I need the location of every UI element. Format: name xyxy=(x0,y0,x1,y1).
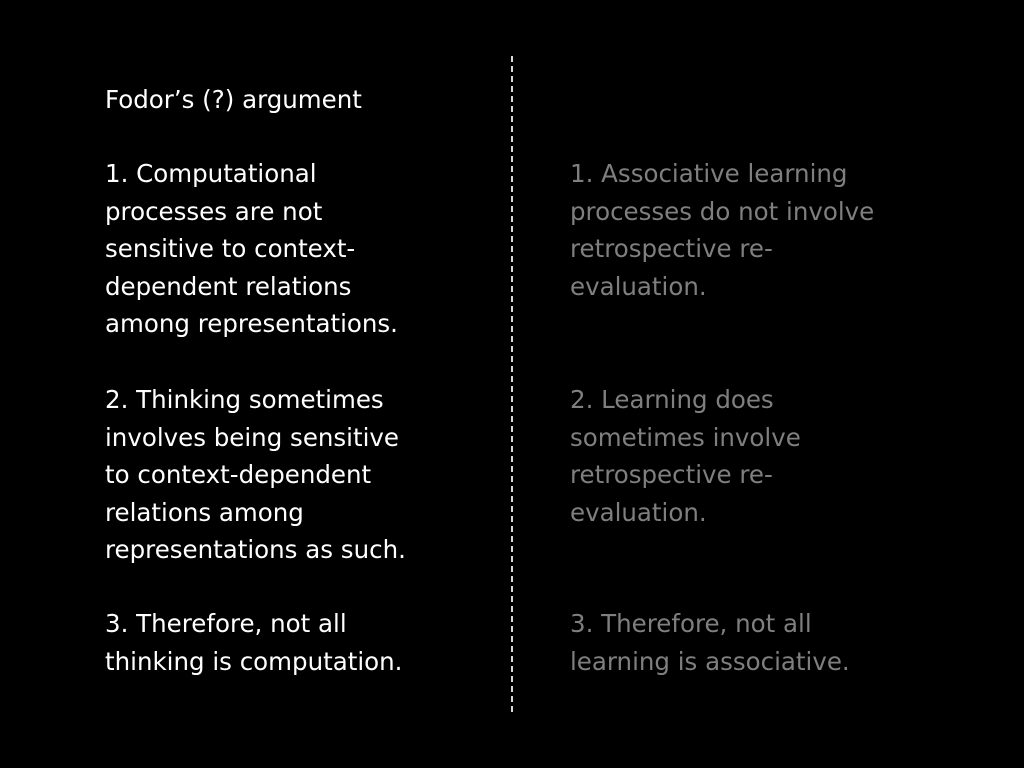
left-point-1-line: dependent relations xyxy=(105,271,352,301)
left-point-1-line: processes are not xyxy=(105,196,323,226)
left-point-3: 3. Therefore, not all thinking is comput… xyxy=(105,605,402,680)
right-point-1-line: retrospective re- xyxy=(570,234,773,263)
slide: Fodor’s (?) argument 1. Computational pr… xyxy=(0,0,1024,768)
left-point-2-line: to context-dependent xyxy=(105,460,372,489)
left-point-1-line: sensitive to context- xyxy=(105,234,356,263)
right-point-2-line: evaluation. xyxy=(570,497,707,527)
left-point-2-line: relations among xyxy=(105,497,304,527)
right-point-2-line: 2. Learning does xyxy=(570,385,774,414)
left-point-2-line: 2. Thinking sometimes xyxy=(105,385,384,414)
left-point-1-line: among representations. xyxy=(105,309,398,338)
right-point-1-line: processes do not involve xyxy=(570,196,875,226)
slide-title: Fodor’s (?) argument xyxy=(105,85,362,114)
right-point-3-line: learning is associative. xyxy=(570,646,850,676)
left-point-1-line: 1. Computational xyxy=(105,159,317,188)
right-point-1-line: evaluation. xyxy=(570,271,707,301)
left-point-2: 2. Thinking sometimes involves being sen… xyxy=(105,381,406,569)
right-point-3: 3. Therefore, not all learning is associ… xyxy=(570,605,850,680)
left-point-3-line: thinking is computation. xyxy=(105,646,403,676)
right-point-3-line: 3. Therefore, not all xyxy=(570,609,812,638)
left-point-2-line: representations as such. xyxy=(105,535,406,564)
right-point-2-line: retrospective re- xyxy=(570,460,773,489)
right-point-1: 1. Associative learning processes do not… xyxy=(570,155,874,305)
right-point-1-line: 1. Associative learning xyxy=(570,159,848,188)
right-point-2-line: sometimes involve xyxy=(570,422,801,452)
left-point-1: 1. Computational processes are not sensi… xyxy=(105,155,398,343)
left-point-2-line: involves being sensitive xyxy=(105,422,399,452)
left-point-3-line: 3. Therefore, not all xyxy=(105,609,347,638)
dashed-divider xyxy=(511,56,513,712)
right-point-2: 2. Learning does sometimes involve retro… xyxy=(570,381,801,531)
